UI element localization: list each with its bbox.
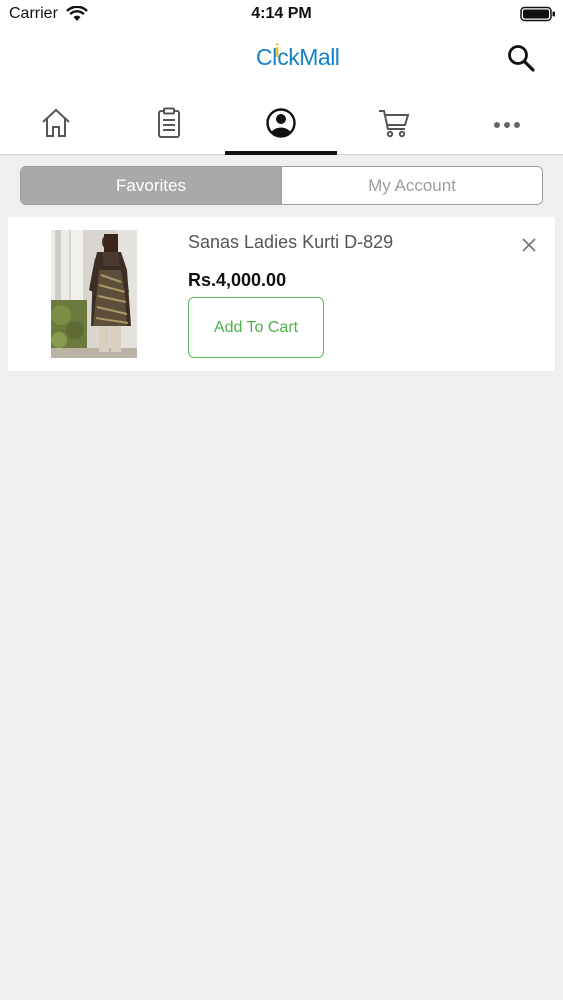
favorites-account-segmented-control: Favorites My Account — [20, 166, 543, 205]
tab-orders[interactable] — [113, 100, 225, 155]
segment-favorites[interactable]: Favorites — [21, 167, 281, 204]
clock: 4:14 PM — [251, 5, 312, 22]
search-icon[interactable] — [506, 43, 536, 73]
tab-bar — [0, 100, 563, 155]
clickmall-logo[interactable]: ClickMall — [256, 41, 340, 71]
tab-more[interactable] — [451, 100, 563, 155]
favorite-item-card[interactable]: Sanas Ladies Kurti D-829 Rs.4,000.00 Add… — [8, 217, 555, 371]
product-name[interactable]: Sanas Ladies Kurti D-829 — [188, 232, 393, 253]
close-icon[interactable] — [520, 236, 538, 254]
home-icon — [42, 108, 70, 137]
more-icon — [494, 122, 520, 128]
clipboard-icon — [158, 107, 180, 138]
cart-icon — [379, 110, 410, 138]
app-header: Carrier 4:14 PM ClickMall — [0, 0, 563, 155]
logo-text-start: Cl — [256, 44, 277, 70]
status-bar: Carrier 4:14 PM — [0, 0, 563, 30]
logo-text-end: ckMall — [277, 44, 340, 70]
user-icon — [266, 108, 296, 138]
logo-accent: i — [274, 41, 280, 61]
product-image[interactable] — [51, 230, 137, 358]
tab-account[interactable] — [225, 100, 337, 155]
tab-home[interactable] — [0, 100, 112, 155]
product-price: Rs.4,000.00 — [188, 270, 287, 290]
segment-my-account[interactable]: My Account — [281, 167, 542, 204]
battery-icon — [520, 6, 555, 22]
add-to-cart-button[interactable]: Add To Cart — [188, 297, 324, 358]
tab-cart[interactable] — [338, 100, 450, 155]
